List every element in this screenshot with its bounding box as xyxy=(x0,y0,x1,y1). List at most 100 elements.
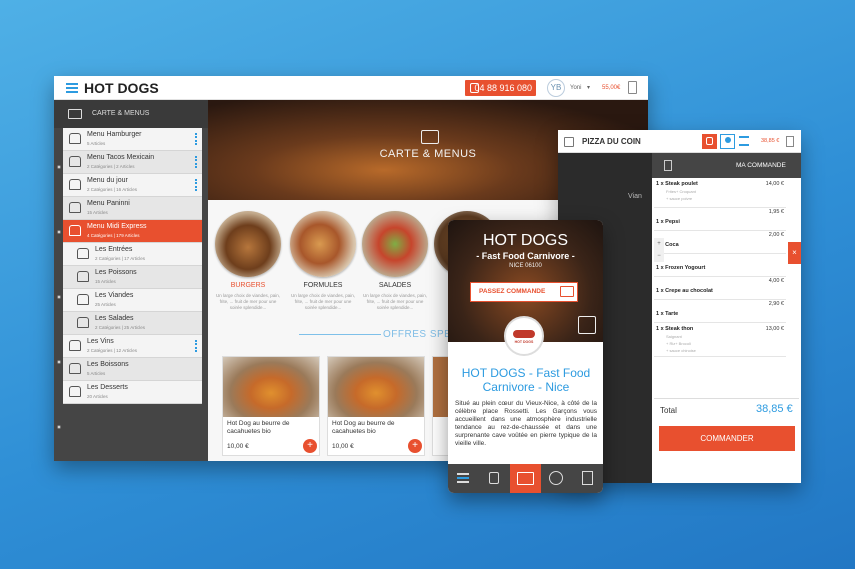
category-formules-image[interactable] xyxy=(290,211,356,277)
total-value: 38,85 € xyxy=(756,403,793,415)
sidebar-item[interactable]: Menu Tacos Mexicain 2 Catégories | 2 Arti… xyxy=(63,151,202,174)
product-card[interactable]: Hot Dog au beurre de cacahuetes bio 10,0… xyxy=(222,356,320,456)
receipt-icon[interactable] xyxy=(564,137,574,147)
quantity-stepper[interactable]: + − xyxy=(654,238,664,262)
order-line[interactable]: 1 x Pepsi 1,95 € xyxy=(654,208,786,231)
chevron-down-icon[interactable]: ▾ xyxy=(587,84,590,91)
avatar[interactable]: YB xyxy=(547,79,565,97)
order-line[interactable]: 1 x Steak thon 13,00 € Saignant + Riz+ Broc… xyxy=(654,323,786,357)
order-item: 1 x Frozen Yogourt xyxy=(656,265,706,271)
nav-menu[interactable] xyxy=(448,464,479,493)
sidebar-header-label: CARTE & MENUS xyxy=(92,110,150,117)
order-extra: + sauce chinoise xyxy=(666,348,696,353)
receipt-icon[interactable] xyxy=(786,136,794,147)
remove-item-button[interactable]: × xyxy=(788,242,801,264)
menu-item-icon xyxy=(69,202,81,213)
order-header-label: MA COMMANDE xyxy=(736,162,786,169)
category-description: Un large choix de viandes, pain, frite, … xyxy=(290,293,356,310)
menu-item-icon xyxy=(69,363,81,374)
sidebar-item-label: Menu Paninni xyxy=(87,200,130,207)
sidebar-item[interactable]: Menu Midi Express 4 Catégories | 179 Arti… xyxy=(63,220,202,243)
order-now-button[interactable]: PASSEZ COMMANDE xyxy=(470,282,578,302)
menu-item-icon xyxy=(69,340,81,351)
menu-item-icon xyxy=(77,294,89,305)
order-line[interactable]: 1 x Frozen Yogourt xyxy=(654,254,786,277)
share-icon[interactable] xyxy=(578,316,596,334)
category-label[interactable]: BURGERS xyxy=(208,282,288,289)
receipt-icon xyxy=(582,471,593,485)
receipt-icon[interactable] xyxy=(628,81,637,94)
sidebar-item-count: 15 Articles xyxy=(95,279,116,284)
category-label[interactable]: FORMULES xyxy=(283,282,363,289)
product-image xyxy=(223,357,319,417)
list-icon[interactable] xyxy=(739,136,749,146)
sidebar-item[interactable]: Les Boissons 5 Articles xyxy=(63,358,202,381)
book-icon xyxy=(421,130,439,144)
order-line[interactable]: 1 x Crepe au chocolat 4,00 € xyxy=(654,277,786,300)
order-item: 1 x Steak poulet xyxy=(656,181,698,187)
sidebar-item-label: Menu Tacos Mexicain xyxy=(87,154,155,161)
phone-button[interactable] xyxy=(702,134,717,149)
user-name[interactable]: Yoni xyxy=(570,85,581,91)
sidebar-item[interactable]: Les Vins 2 Catégories | 12 Articles xyxy=(63,335,202,358)
category-burgers-image[interactable] xyxy=(215,211,281,277)
phone-icon xyxy=(706,137,713,145)
drag-handle-icon[interactable] xyxy=(195,156,198,168)
phone-icon xyxy=(489,472,499,484)
sidebar-item[interactable]: Menu Paninni 15 Articles xyxy=(63,197,202,220)
book-icon xyxy=(517,472,534,485)
category-description: Un large choix de viandes, pain, frite, … xyxy=(215,293,281,310)
product-price: 10,00 € xyxy=(227,443,249,450)
order-line[interactable]: 1 x Coca 2,00 € xyxy=(654,231,786,254)
sidebar-item[interactable]: Les Desserts 20 Articles xyxy=(63,381,202,404)
phone-description: Situé au plein cœur du Vieux-Nice, à côt… xyxy=(455,400,597,447)
cart-total: 38,85 € xyxy=(761,138,780,144)
product-price: 10,00 € xyxy=(332,443,354,450)
phone-subtitle: - Fast Food Carnivore - xyxy=(476,251,575,261)
add-to-cart-button[interactable]: + xyxy=(408,439,422,453)
order-line[interactable]: 1 x Tarte 2,90 € xyxy=(654,300,786,323)
sidebar-item[interactable]: Menu Hamburger 5 Articles xyxy=(63,128,202,151)
hamburger-icon[interactable] xyxy=(66,83,78,93)
drag-handle-icon[interactable] xyxy=(195,179,198,191)
sidebar-item-label: Menu Midi Express xyxy=(87,223,147,230)
sidebar-item-label: Les Salades xyxy=(95,315,134,322)
divider xyxy=(299,334,381,335)
sidebar-item-count: 2 Catégories | 2 Articles xyxy=(87,164,135,169)
sidebar-item[interactable]: Les Salades 2 Catégories | 25 Articles xyxy=(63,312,202,335)
order-line[interactable]: 1 x Steak poulet 14,00 € Frites+ Croquant +… xyxy=(654,178,786,208)
order-button[interactable]: COMMANDER xyxy=(659,426,795,451)
menu-item-icon xyxy=(77,317,89,328)
restaurant-title: HOT DOGS xyxy=(84,80,159,96)
nav-account[interactable] xyxy=(541,464,572,493)
menu-item-icon xyxy=(69,133,81,144)
main-topbar: HOT DOGS 04 88 916 080 YB Yoni ▾ 55,00€ xyxy=(54,76,648,100)
add-to-cart-button[interactable]: + xyxy=(303,439,317,453)
product-image xyxy=(328,357,424,417)
product-card[interactable]: Hot Dog au beurre de cacahuetes bio 10,0… xyxy=(327,356,425,456)
sidebar-item[interactable]: Les Viandes 25 Articles xyxy=(63,289,202,312)
order-extra: + Riz+ Brocoli xyxy=(666,341,691,346)
sidebar: CARTE & MENUS Menu Hamburger 5 Articles Me… xyxy=(54,100,208,461)
total-label: Total xyxy=(660,406,677,415)
sidebar-item[interactable]: Les Poissons 15 Articles xyxy=(63,266,202,289)
nav-menu-book[interactable] xyxy=(510,464,541,493)
drag-handle-icon[interactable] xyxy=(195,340,198,352)
category-salades-image[interactable] xyxy=(362,211,428,277)
order-header: MA COMMANDE xyxy=(652,153,801,178)
user-icon xyxy=(549,471,563,485)
phone-location: NICE 06100 xyxy=(509,263,542,269)
phone-title: HOT DOGS xyxy=(482,232,569,249)
nav-order[interactable] xyxy=(572,464,603,493)
sidebar-item[interactable]: Menu du jour 2 Catégories | 16 Articles xyxy=(63,174,202,197)
drag-handle-icon[interactable] xyxy=(195,133,198,145)
order-item: 1 x Steak thon xyxy=(656,326,694,332)
sidebar-item-label: Les Vins xyxy=(87,338,114,345)
category-label[interactable]: SALADES xyxy=(355,282,435,289)
nav-phone[interactable] xyxy=(479,464,510,493)
sidebar-item[interactable]: Les Entrées 2 Catégories | 17 Articles xyxy=(63,243,202,266)
binder-ring xyxy=(57,425,61,429)
user-button[interactable] xyxy=(720,134,735,149)
divider xyxy=(654,398,799,399)
phone-button[interactable]: 04 88 916 080 xyxy=(465,80,536,96)
